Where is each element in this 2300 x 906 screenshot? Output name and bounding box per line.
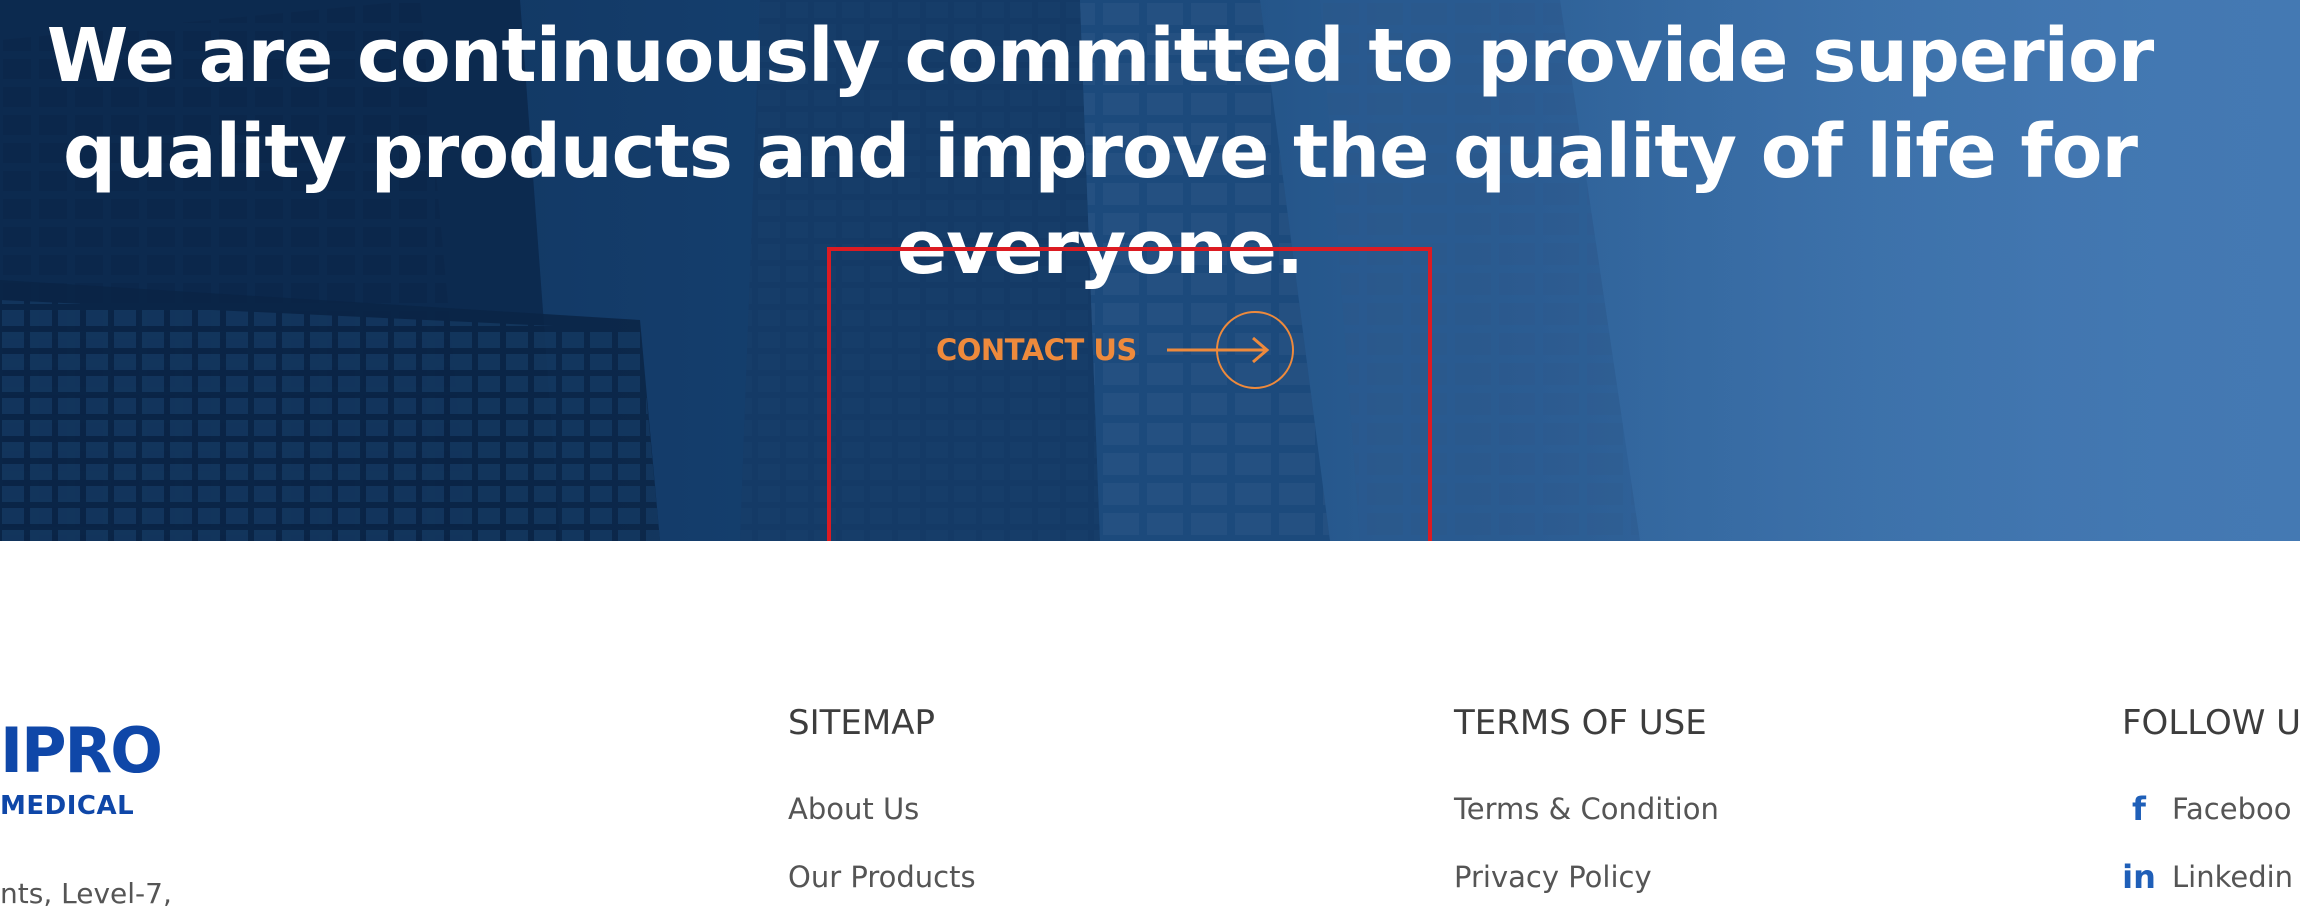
list-item: Privacy Policy (1454, 857, 1652, 897)
facebook-icon: f (2132, 790, 2146, 828)
site-footer: IPRO MEDICAL nts, Level-7, SITEMAP About… (0, 541, 2300, 906)
our-products-link[interactable]: Our Products (788, 857, 976, 897)
company-address: nts, Level-7, (0, 877, 172, 906)
terms-column: TERMS OF USE Terms & Condition Privacy P… (1454, 701, 1719, 894)
about-us-link[interactable]: About Us (788, 789, 919, 829)
facebook-label: Faceboo (2172, 792, 2292, 826)
contact-us-button[interactable]: CONTACT US (936, 310, 1305, 390)
list-item: Terms & Condition (1454, 789, 1719, 829)
list-item: Our Products (788, 857, 976, 897)
terms-heading: TERMS OF USE (1454, 703, 1707, 743)
facebook-link[interactable]: f Faceboo (2122, 789, 2291, 829)
list-item: in Linkedin (2122, 857, 2293, 897)
logo-wordmark: IPRO (0, 724, 161, 774)
contact-us-label: CONTACT US (936, 333, 1137, 367)
linkedin-link[interactable]: in Linkedin (2122, 857, 2293, 897)
sitemap-heading: SITEMAP (788, 703, 935, 743)
page: We are continuously committed to provide… (0, 0, 2300, 906)
linkedin-label: Linkedin (2172, 860, 2294, 894)
logo-subtitle: MEDICAL (0, 791, 135, 821)
terms-condition-link[interactable]: Terms & Condition (1454, 789, 1719, 829)
linkedin-icon: in (2122, 858, 2156, 896)
hero-banner: We are continuously committed to provide… (0, 0, 2300, 541)
follow-heading: FOLLOW U (2122, 703, 2300, 743)
privacy-policy-link[interactable]: Privacy Policy (1454, 857, 1652, 897)
list-item: f Faceboo (2122, 789, 2291, 829)
hero-headline: We are continuously committed to provide… (46, 13, 2155, 291)
arrow-right-icon (1166, 311, 1294, 389)
list-item: About Us (788, 789, 919, 829)
sitemap-column: SITEMAP About Us Our Products (788, 701, 976, 894)
follow-column: FOLLOW U f Faceboo in Linkedin (2122, 701, 2300, 896)
